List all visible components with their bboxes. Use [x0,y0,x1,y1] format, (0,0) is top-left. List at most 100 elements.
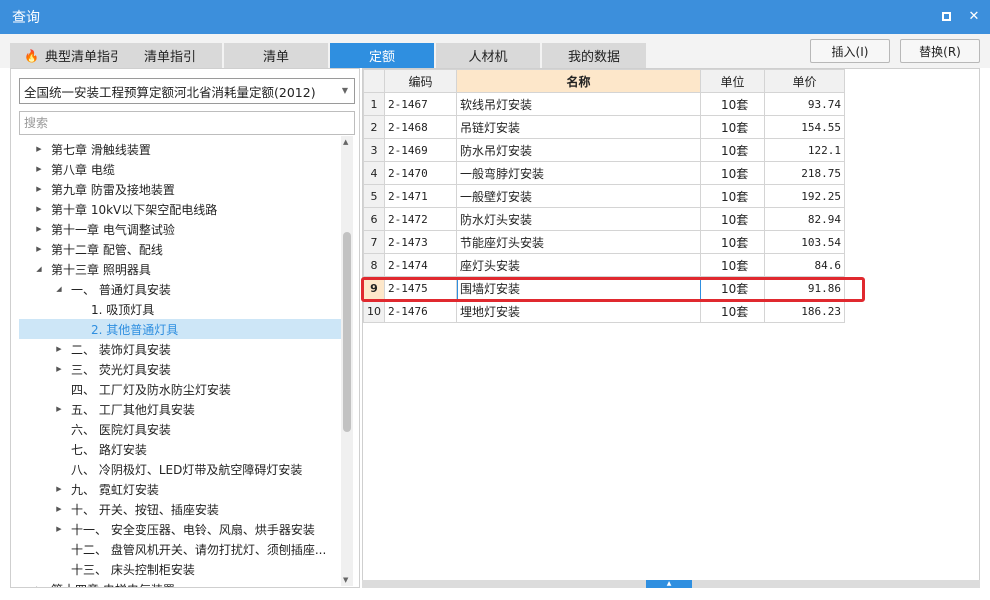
expanded-arrow-icon[interactable]: ◢ [53,285,65,293]
name-cell[interactable]: 软线吊灯安装 [456,92,701,116]
horizontal-scrollbar[interactable]: ▲ [362,580,980,588]
scroll-up-icon[interactable]: ▲ [343,138,348,146]
tab-bill-guide[interactable]: 清单指引 [118,43,222,68]
tree-item[interactable]: ▶ 第十章 10kV以下架空配电线路 [19,199,343,219]
name-cell[interactable]: 围墙灯安装 [456,276,701,300]
unit-cell[interactable]: 10套 [700,184,765,208]
tab-bill[interactable]: 清单 [224,43,328,68]
tree-item[interactable]: 六、 医院灯具安装 [19,419,343,439]
code-cell[interactable]: 2-1473 [384,230,457,254]
header-price[interactable]: 单价 [764,69,845,93]
insert-button[interactable]: 插入(I) [810,39,890,63]
unit-cell[interactable]: 10套 [700,299,765,323]
table-row[interactable]: 6 2-1472 防水灯头安装 10套 82.94 [363,207,845,231]
chevron-up-icon[interactable]: ▲ [646,580,692,588]
unit-cell[interactable]: 10套 [700,207,765,231]
price-cell[interactable]: 186.23 [764,299,845,323]
unit-cell[interactable]: 10套 [700,92,765,116]
tree-item[interactable]: ▶ 十、 开关、按钮、插座安装 [19,499,343,519]
price-cell[interactable]: 103.54 [764,230,845,254]
collapsed-arrow-icon[interactable]: ▶ [53,505,65,513]
header-code[interactable]: 编码 [384,69,457,93]
collapsed-arrow-icon[interactable]: ▶ [33,185,45,193]
collapsed-arrow-icon[interactable]: ▶ [33,165,45,173]
price-cell[interactable]: 93.74 [764,92,845,116]
name-cell[interactable]: 防水吊灯安装 [456,138,701,162]
code-cell[interactable]: 2-1474 [384,253,457,277]
table-row[interactable]: 10 2-1476 埋地灯安装 10套 186.23 [363,299,845,323]
tree-item[interactable]: 八、 冷阴极灯、LED灯带及航空障碍灯安装 [19,459,343,479]
code-cell[interactable]: 2-1467 [384,92,457,116]
row-index[interactable]: 3 [363,138,385,162]
quota-library-select[interactable]: 全国统一安装工程预算定额河北省消耗量定额(2012) ▼ [19,78,355,104]
code-cell[interactable]: 2-1468 [384,115,457,139]
tree-item[interactable]: ▶ 第九章 防雷及接地装置 [19,179,343,199]
row-index[interactable]: 4 [363,161,385,185]
scroll-thumb[interactable] [343,232,351,432]
unit-cell[interactable]: 10套 [700,230,765,254]
collapsed-arrow-icon[interactable]: ▶ [53,525,65,533]
row-index[interactable]: 7 [363,230,385,254]
price-cell[interactable]: 154.55 [764,115,845,139]
table-row[interactable]: 2 2-1468 吊链灯安装 10套 154.55 [363,115,845,139]
tree-item[interactable]: 1. 吸顶灯具 [19,299,343,319]
scroll-down-icon[interactable]: ▼ [343,576,348,584]
code-cell[interactable]: 2-1476 [384,299,457,323]
price-cell[interactable]: 192.25 [764,184,845,208]
tree-item[interactable]: ▶ 五、 工厂其他灯具安装 [19,399,343,419]
tree-item[interactable]: ▶ 第十一章 电气调整试验 [19,219,343,239]
collapsed-arrow-icon[interactable]: ▶ [53,365,65,373]
row-index[interactable]: 1 [363,92,385,116]
unit-cell[interactable]: 10套 [700,138,765,162]
name-cell[interactable]: 节能座灯头安装 [456,230,701,254]
expanded-arrow-icon[interactable]: ◢ [33,265,45,273]
name-cell[interactable]: 吊链灯安装 [456,115,701,139]
tree-item[interactable]: 十三、 床头控制柜安装 [19,559,343,579]
collapsed-arrow-icon[interactable]: ▶ [33,585,45,587]
name-cell[interactable]: 防水灯头安装 [456,207,701,231]
code-cell[interactable]: 2-1472 [384,207,457,231]
table-row[interactable]: 9 2-1475 围墙灯安装 10套 91.86 [363,276,845,300]
unit-cell[interactable]: 10套 [700,161,765,185]
unit-cell[interactable]: 10套 [700,253,765,277]
row-index[interactable]: 6 [363,207,385,231]
collapsed-arrow-icon[interactable]: ▶ [33,205,45,213]
table-row[interactable]: 4 2-1470 一般弯脖灯安装 10套 218.75 [363,161,845,185]
collapsed-arrow-icon[interactable]: ▶ [53,405,65,413]
tree-scrollbar[interactable]: ▲ ▼ [341,136,353,586]
replace-button[interactable]: 替换(R) [900,39,980,63]
collapsed-arrow-icon[interactable]: ▶ [53,345,65,353]
tree-item[interactable]: 七、 路灯安装 [19,439,343,459]
price-cell[interactable]: 84.6 [764,253,845,277]
price-cell[interactable]: 218.75 [764,161,845,185]
collapsed-arrow-icon[interactable]: ▶ [33,245,45,253]
name-cell[interactable]: 埋地灯安装 [456,299,701,323]
tab-labor-material-machine[interactable]: 人材机 [436,43,540,68]
close-button[interactable]: ✕ [966,8,982,24]
row-index[interactable]: 9 [363,276,385,300]
code-cell[interactable]: 2-1470 [384,161,457,185]
row-index[interactable]: 8 [363,253,385,277]
row-index[interactable]: 5 [363,184,385,208]
tree-item[interactable]: ▶ 第十四章 电梯电气装置 [19,579,343,588]
collapsed-arrow-icon[interactable]: ▶ [33,225,45,233]
tree-item[interactable]: ▶ 第七章 滑触线装置 [19,139,343,159]
tree-item[interactable]: ▶ 二、 装饰灯具安装 [19,339,343,359]
unit-cell[interactable]: 10套 [700,115,765,139]
header-name[interactable]: 名称 [456,69,701,93]
code-cell[interactable]: 2-1471 [384,184,457,208]
tree-item[interactable]: 2. 其他普通灯具 [19,319,343,339]
tree-item[interactable]: 十二、 盘管风机开关、请勿打扰灯、须刨插座... [19,539,343,559]
header-unit[interactable]: 单位 [700,69,765,93]
table-row[interactable]: 5 2-1471 一般壁灯安装 10套 192.25 [363,184,845,208]
code-cell[interactable]: 2-1469 [384,138,457,162]
row-index[interactable]: 10 [363,299,385,323]
unit-cell[interactable]: 10套 [700,276,765,300]
name-cell[interactable]: 一般壁灯安装 [456,184,701,208]
tree-item[interactable]: ▶ 三、 荧光灯具安装 [19,359,343,379]
row-index[interactable]: 2 [363,115,385,139]
tree-item[interactable]: 四、 工厂灯及防水防尘灯安装 [19,379,343,399]
tab-quota[interactable]: 定额 [330,43,434,68]
price-cell[interactable]: 82.94 [764,207,845,231]
tree-item[interactable]: ▶ 第八章 电缆 [19,159,343,179]
